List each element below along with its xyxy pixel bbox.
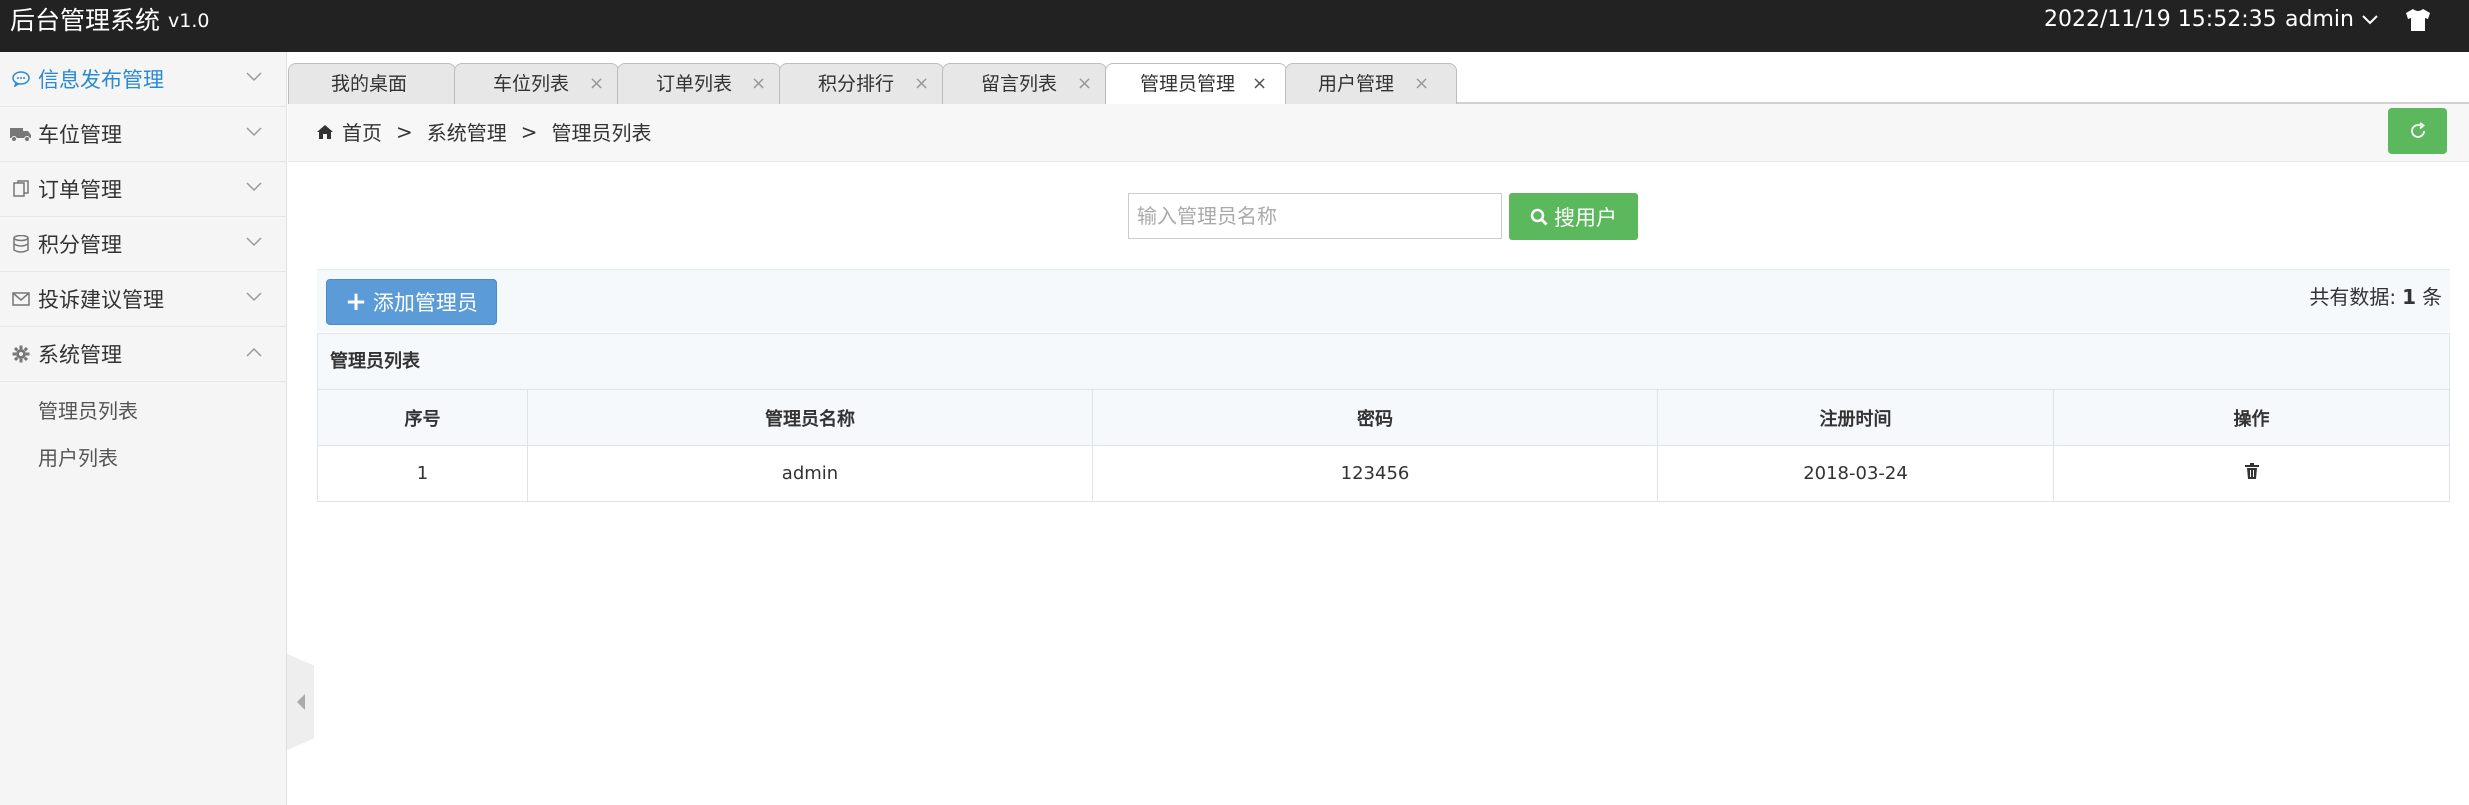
table-toolbar: + 添加管理员 共有数据: 1 条 — [317, 269, 2450, 332]
column-header: 注册时间 — [1657, 389, 2054, 446]
close-icon[interactable]: × — [589, 64, 604, 104]
sidebar-item-parking[interactable]: 车位管理 — [0, 107, 286, 162]
tab-label: 积分排行 — [818, 73, 895, 95]
column-header: 管理员名称 — [527, 389, 1093, 446]
app-version: v1.0 — [168, 10, 210, 32]
table-header-row: 序号 管理员名称 密码 注册时间 操作 — [317, 389, 2450, 446]
top-header: 后台管理系统 v1.0 2022/11/19 15:52:35 admin — [0, 0, 2469, 52]
search-icon — [1530, 208, 1548, 226]
cell-admin-name: admin — [527, 445, 1093, 502]
sidebar-item-system[interactable]: 系统管理 — [0, 327, 286, 382]
tab-user-manage[interactable]: 用户管理 × — [1285, 63, 1457, 104]
sidebar-item-points[interactable]: 积分管理 — [0, 217, 286, 272]
cell-password: 123456 — [1092, 445, 1658, 502]
cell-index: 1 — [317, 445, 528, 502]
caret-left-icon — [296, 694, 305, 710]
sidebar-subitem-admin-list[interactable]: 管理员列表 — [0, 388, 286, 435]
tab-message-list[interactable]: 留言列表 × — [942, 63, 1107, 104]
breadcrumb-separator: > — [520, 119, 538, 144]
user-menu[interactable]: admin — [2285, 4, 2378, 36]
tab-label: 车位列表 — [493, 73, 570, 95]
add-admin-button[interactable]: + 添加管理员 — [326, 279, 497, 325]
sidebar-item-label: 车位管理 — [38, 123, 122, 147]
sidebar-subitem-user-list[interactable]: 用户列表 — [0, 435, 286, 482]
search-user-button[interactable]: 搜用户 — [1509, 193, 1638, 240]
tab-label: 留言列表 — [981, 73, 1058, 95]
admin-search-input[interactable] — [1128, 193, 1502, 239]
close-icon[interactable]: × — [914, 64, 929, 104]
cell-register-date: 2018-03-24 — [1657, 445, 2054, 502]
tab-label: 我的桌面 — [331, 73, 408, 95]
tab-label: 订单列表 — [656, 73, 733, 95]
tab-my-desktop[interactable]: 我的桌面 — [288, 63, 456, 104]
total-prefix: 共有数据: — [2309, 285, 2397, 309]
tab-points-rank[interactable]: 积分排行 × — [779, 63, 944, 104]
current-datetime: 2022/11/19 15:52:35 — [2044, 7, 2277, 32]
table-row: 1 admin 123456 2018-03-24 — [317, 445, 2450, 502]
chat-icon — [10, 68, 32, 90]
total-count: 共有数据: 1 条 — [2309, 281, 2442, 310]
cell-actions — [2053, 445, 2450, 502]
table-caption: 管理员列表 — [317, 333, 2450, 389]
home-icon — [317, 124, 333, 139]
close-icon[interactable]: × — [1252, 64, 1267, 104]
total-suffix: 条 — [2422, 285, 2442, 309]
chevron-down-icon — [246, 72, 262, 82]
search-button-label: 搜用户 — [1554, 205, 1617, 230]
sidebar-item-label: 投诉建议管理 — [38, 288, 164, 312]
refresh-icon — [2410, 122, 2425, 138]
chevron-up-icon — [246, 347, 262, 357]
column-header: 密码 — [1092, 389, 1658, 446]
column-header: 操作 — [2053, 389, 2450, 446]
breadcrumb: 首页 > 系统管理 > 管理员列表 — [316, 117, 652, 146]
breadcrumb-home[interactable]: 首页 — [342, 117, 382, 146]
app-title: 后台管理系统 — [10, 6, 161, 35]
chevron-down-icon — [246, 182, 262, 192]
tab-bar: 我的桌面 车位列表 × 订单列表 × 积分排行 × 留言列表 × 管理员管理 ×… — [288, 52, 2469, 106]
chevron-down-icon — [246, 292, 262, 302]
sidebar-item-label: 订单管理 — [38, 178, 122, 202]
sidebar: 信息发布管理 车位管理 订单管理 积分管理 投诉建议管理 系统管理 管理员列表 … — [0, 52, 287, 805]
sidebar-item-info-publish[interactable]: 信息发布管理 — [0, 52, 286, 107]
breadcrumb-separator: > — [396, 119, 413, 144]
sidebar-item-label: 系统管理 — [38, 343, 122, 367]
tab-admin-manage[interactable]: 管理员管理 × — [1105, 63, 1287, 106]
sidebar-item-orders[interactable]: 订单管理 — [0, 162, 286, 217]
gear-icon — [10, 343, 32, 365]
tshirt-icon[interactable] — [2404, 8, 2432, 32]
chevron-down-icon — [246, 237, 262, 247]
refresh-button[interactable] — [2388, 108, 2447, 154]
chevron-down-icon — [246, 127, 262, 137]
admin-table: 序号 管理员名称 密码 注册时间 操作 1 admin 123456 2018-… — [317, 389, 2450, 502]
sidebar-collapse-handle[interactable] — [287, 654, 314, 750]
tab-parking-list[interactable]: 车位列表 × — [454, 63, 619, 104]
sidebar-item-label: 信息发布管理 — [38, 68, 164, 92]
envelope-icon — [10, 288, 32, 310]
sidebar-item-complaints[interactable]: 投诉建议管理 — [0, 272, 286, 327]
system-submenu: 管理员列表 用户列表 — [0, 382, 286, 482]
admin-table-container: 管理员列表 序号 管理员名称 密码 注册时间 操作 1 admin 123456… — [317, 333, 2450, 502]
tab-label: 用户管理 — [1318, 73, 1395, 95]
column-header: 序号 — [317, 389, 528, 446]
tab-order-list[interactable]: 订单列表 × — [617, 63, 781, 104]
database-icon — [10, 233, 32, 255]
username: admin — [2285, 7, 2354, 32]
copy-icon — [10, 178, 32, 200]
sidebar-item-label: 积分管理 — [38, 233, 122, 257]
close-icon[interactable]: × — [1414, 64, 1429, 104]
total-number: 1 — [2402, 285, 2416, 309]
tab-label: 管理员管理 — [1140, 73, 1236, 95]
close-icon[interactable]: × — [1077, 64, 1092, 104]
add-admin-label: 添加管理员 — [372, 291, 478, 315]
breadcrumb-bar: 首页 > 系统管理 > 管理员列表 — [288, 104, 2469, 162]
close-icon[interactable]: × — [751, 64, 766, 104]
trash-icon[interactable] — [2244, 463, 2259, 484]
truck-icon — [10, 123, 32, 145]
breadcrumb-system[interactable]: 系统管理 — [427, 117, 507, 146]
breadcrumb-current: 管理员列表 — [551, 121, 652, 145]
plus-icon: + — [345, 287, 367, 317]
chevron-down-icon — [2362, 15, 2378, 25]
